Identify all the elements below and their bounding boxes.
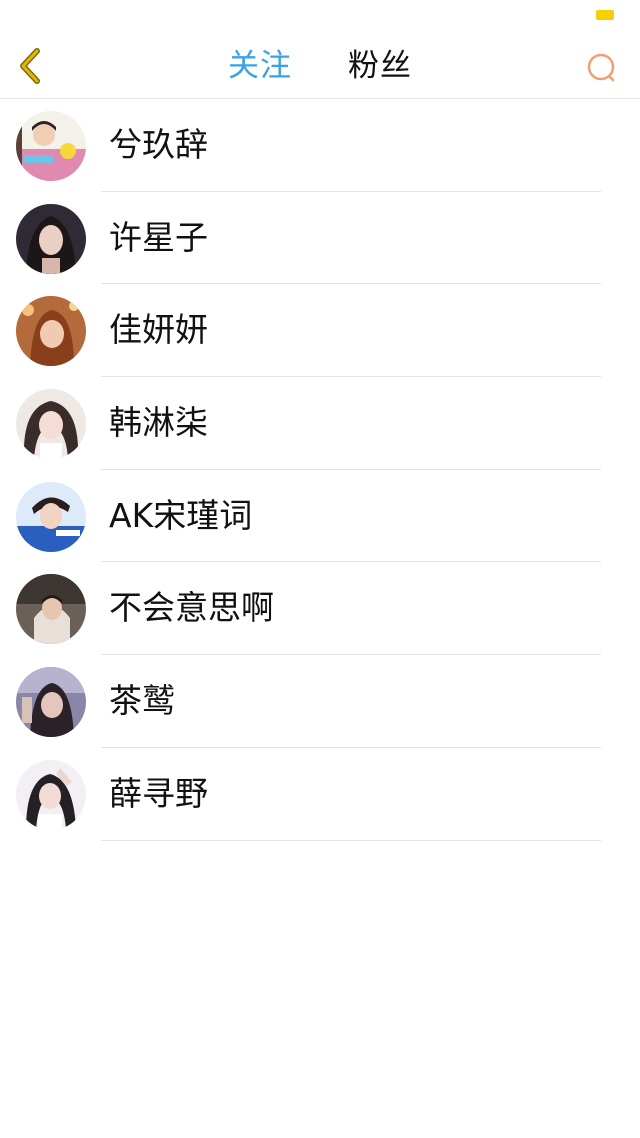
user-name: 茶鹫 [109,681,175,721]
user-name: 许星子 [109,217,208,257]
avatar[interactable] [16,111,86,181]
chevron-left-icon [20,48,40,84]
user-name: AK宋瑾词 [109,495,253,535]
tab-bar: 关注 粉丝 [200,34,440,98]
header: 关注 粉丝 [0,34,640,99]
avatar[interactable] [16,481,86,552]
search-icon [587,53,615,82]
user-name: 不会意思啊 [109,588,274,628]
list-item[interactable]: 不会意思啊 [0,562,640,656]
follow-list-screen: 关注 粉丝 兮玖辞 许星子 佳妍妍 韩淋柒 AK宋瑾词 不会意思啊 茶鹫 薛寻野 [0,0,640,1138]
avatar[interactable] [16,759,86,830]
list-item[interactable]: 许星子 [0,192,640,285]
list-item[interactable]: 薛寻野 [0,748,640,841]
battery-icon [596,10,614,20]
divider [101,839,601,841]
user-name: 佳妍妍 [109,310,208,350]
user-name: 韩淋柒 [109,403,208,443]
avatar[interactable] [16,203,86,274]
search-button[interactable] [582,48,622,88]
list-item[interactable]: 韩淋柒 [0,377,640,470]
user-name: 兮玖辞 [109,125,208,164]
user-list: 兮玖辞 许星子 佳妍妍 韩淋柒 AK宋瑾词 不会意思啊 茶鹫 薛寻野 [0,99,640,841]
avatar[interactable] [16,667,86,738]
list-item[interactable]: 佳妍妍 [0,284,640,378]
user-name: 薛寻野 [109,773,208,813]
list-item[interactable]: AK宋瑾词 [0,470,640,563]
tab-followers[interactable]: 粉丝 [348,34,412,98]
avatar[interactable] [16,574,86,645]
back-button[interactable] [10,44,50,88]
tab-following[interactable]: 关注 [228,34,292,98]
list-item[interactable]: 兮玖辞 [0,99,640,192]
status-bar [0,0,640,34]
list-item[interactable]: 茶鹫 [0,655,640,748]
avatar[interactable] [16,296,86,367]
avatar[interactable] [16,389,86,460]
